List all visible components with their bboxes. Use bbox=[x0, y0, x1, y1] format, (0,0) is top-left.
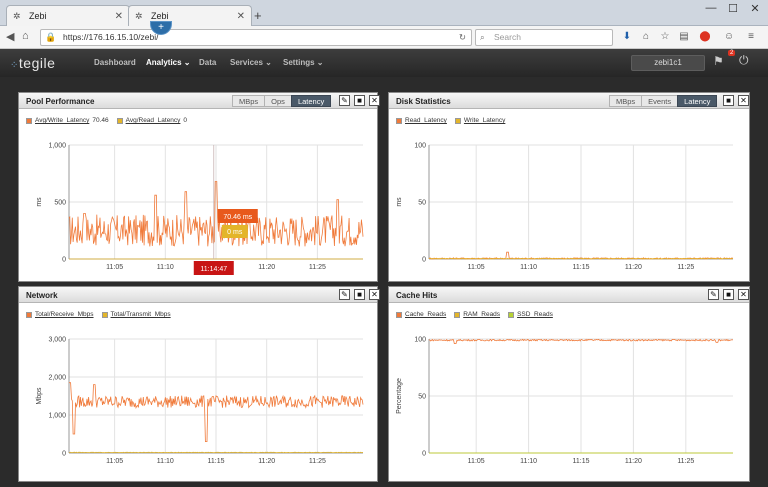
x-tick-label: 11:20 bbox=[625, 264, 642, 271]
menu-icon[interactable]: ≡ bbox=[744, 31, 758, 42]
x-tick-label: 11:05 bbox=[468, 264, 485, 271]
y-tick-label: 0 bbox=[62, 257, 66, 264]
y-tick-label: 1,000 bbox=[48, 413, 66, 420]
lock-icon: 🔒 bbox=[45, 32, 57, 42]
pool-latency-chart[interactable]: 11:0511:1011:1511:2011:2505001,000ms70.4… bbox=[19, 93, 379, 283]
adblock-icon[interactable]: ⬤ bbox=[698, 31, 712, 42]
network-panel: Network ✎ ■ ✕ Total/Receive_Mbps Total/T… bbox=[18, 286, 380, 483]
x-tick-label: 11:25 bbox=[677, 264, 694, 271]
tegile-favicon-icon: ✲ bbox=[135, 11, 143, 21]
x-tick-label: 11:10 bbox=[520, 264, 537, 271]
url-text: https://176.16.15.10/zebi/ bbox=[63, 32, 159, 42]
browser-tab-2[interactable]: ✲ Zebi ✕ bbox=[128, 5, 252, 26]
window-close-button[interactable]: ✕ bbox=[744, 2, 766, 15]
x-tick-label: 11:15 bbox=[208, 458, 225, 465]
y-tick-label: 0 bbox=[422, 451, 426, 458]
minimize-button[interactable]: — bbox=[700, 2, 722, 14]
nav-data[interactable]: Data bbox=[199, 58, 216, 67]
search-icon: ⌕ bbox=[480, 32, 485, 42]
x-tick-label: 11:20 bbox=[625, 458, 642, 465]
maximize-button[interactable]: ☐ bbox=[722, 2, 744, 15]
y-tick-label: 100 bbox=[414, 337, 426, 344]
search-placeholder: Search bbox=[494, 32, 521, 42]
y-tick-label: 100 bbox=[414, 143, 426, 150]
download-icon[interactable]: ⬇ bbox=[620, 31, 634, 42]
y-axis-label: Mbps bbox=[36, 387, 43, 405]
nav-settings[interactable]: Settings ⌄ bbox=[283, 58, 323, 67]
tegile-logo[interactable]: ⁘tegile bbox=[10, 55, 55, 71]
bookmark-star-icon[interactable]: ☆ bbox=[658, 31, 672, 42]
y-axis-label: ms bbox=[396, 197, 403, 207]
address-bar[interactable]: 🔒 https://176.16.15.10/zebi/ ↻ bbox=[40, 29, 472, 46]
back-icon[interactable]: ◀ bbox=[6, 30, 14, 43]
clipboard-icon[interactable]: ▤ bbox=[677, 31, 691, 42]
x-tick-label: 11:15 bbox=[573, 458, 590, 465]
close-tab-icon[interactable]: ✕ bbox=[237, 11, 245, 22]
notification-badge: 2 bbox=[728, 50, 736, 56]
x-tick-label: 11:25 bbox=[309, 264, 326, 271]
user-menu[interactable]: zebi1c1 bbox=[631, 55, 705, 71]
disk-statistics-panel: Disk Statistics MBps Events Latency ■ ✕ … bbox=[388, 92, 750, 282]
logo-dots-icon: ⁘ bbox=[10, 60, 19, 71]
y-tick-label: 0 bbox=[422, 257, 426, 264]
nav-analytics[interactable]: Analytics ⌄ bbox=[146, 58, 191, 67]
cache-hits-chart[interactable]: 11:05 11:10 11:15 11:20 11:25 0 50 100 Percentag… bbox=[389, 287, 751, 483]
y-tick-label: 50 bbox=[418, 200, 426, 207]
y-tick-label: 50 bbox=[418, 394, 426, 401]
flag-icon[interactable]: ⚑ bbox=[713, 54, 724, 68]
disk-latency-chart[interactable]: 11:05 11:10 11:15 11:20 11:25 0 50 100 ms bbox=[389, 93, 751, 283]
x-tick-label: 11:25 bbox=[677, 458, 694, 465]
nav-services[interactable]: Services ⌄ bbox=[230, 58, 272, 67]
pool-performance-panel: Pool Performance MBps Ops Latency ✎ ■ ✕ … bbox=[18, 92, 380, 283]
y-tick-label: 500 bbox=[54, 200, 66, 207]
reload-icon[interactable]: ↻ bbox=[459, 30, 466, 45]
browser-tab-1[interactable]: ✲ Zebi ✕ bbox=[6, 5, 130, 26]
x-tick-label: 11:10 bbox=[520, 458, 537, 465]
x-tick-label: 11:25 bbox=[309, 458, 326, 465]
y-tick-label: 3,000 bbox=[48, 337, 66, 344]
x-tick-label: 11:20 bbox=[258, 458, 275, 465]
y-tick-label: 2,000 bbox=[48, 375, 66, 382]
browser-navbar: ◀ ⌂ 🔒 https://176.16.15.10/zebi/ ↻ ⌕ Sea… bbox=[0, 26, 768, 49]
x-tick-label: 11:10 bbox=[157, 458, 174, 465]
tooltip-read-value: 0 ms bbox=[227, 229, 243, 236]
network-chart[interactable]: 11:05 11:10 11:15 11:20 11:25 0 1,000 2,000 3,00… bbox=[19, 287, 379, 483]
app-header: ⁘tegile Dashboard Analytics ⌄ Data Servi… bbox=[0, 49, 768, 77]
search-input[interactable]: ⌕ Search bbox=[475, 29, 613, 46]
tab-title: Zebi bbox=[29, 11, 47, 21]
y-tick-label: 0 bbox=[62, 451, 66, 458]
close-tab-icon[interactable]: ✕ bbox=[115, 11, 123, 22]
tooltip-time-value: 11:14:47 bbox=[200, 266, 227, 273]
power-icon[interactable]: ⏻ bbox=[739, 53, 749, 68]
y-tick-label: 1,000 bbox=[48, 143, 66, 150]
tab-title: Zebi bbox=[151, 11, 169, 21]
x-tick-label: 11:05 bbox=[106, 458, 123, 465]
tegile-favicon-icon: ✲ bbox=[13, 11, 21, 21]
x-tick-label: 11:15 bbox=[573, 264, 590, 271]
chat-icon[interactable]: ☺ bbox=[722, 31, 736, 42]
cache-hits-panel: Cache Hits ✎ ■ ✕ Cache_Reads RAM_Reads S… bbox=[388, 286, 750, 482]
x-tick-label: 11:05 bbox=[468, 458, 485, 465]
browser-tabstrip: ✲ Zebi ✕ ✲ Zebi ✕ + — ☐ ✕ bbox=[0, 0, 768, 26]
nav-dashboard[interactable]: Dashboard bbox=[94, 58, 136, 67]
x-tick-label: 11:20 bbox=[258, 264, 275, 271]
x-tick-label: 11:05 bbox=[106, 264, 123, 271]
tooltip-write-value: 70.46 ms bbox=[223, 214, 252, 221]
home-icon[interactable]: ⌂ bbox=[22, 30, 29, 42]
x-tick-label: 11:10 bbox=[157, 264, 174, 271]
y-axis-label: ms bbox=[36, 197, 43, 207]
new-tab-button[interactable]: + bbox=[254, 8, 262, 23]
home-icon[interactable]: ⌂ bbox=[639, 31, 653, 42]
y-axis-label: Percentage bbox=[396, 378, 403, 414]
